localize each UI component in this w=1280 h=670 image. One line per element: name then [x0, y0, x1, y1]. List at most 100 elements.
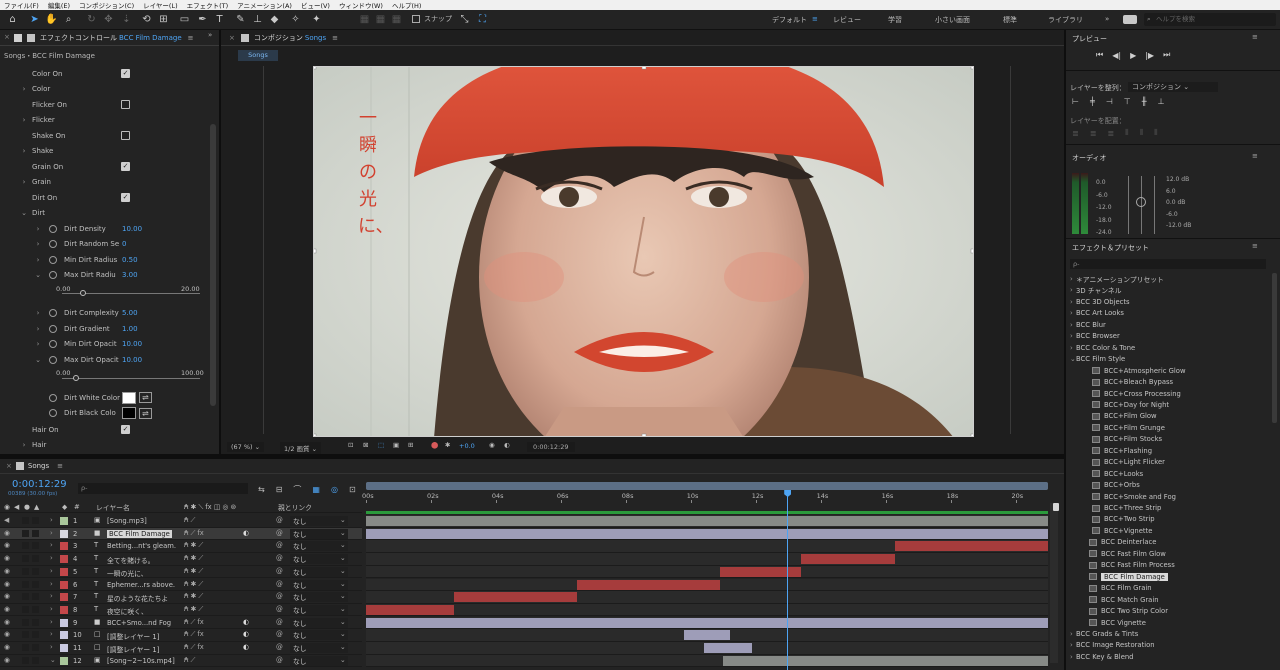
- menu-item-5[interactable]: アニメーション(A): [237, 0, 292, 10]
- property-checkbox[interactable]: ✓: [121, 193, 130, 202]
- eye-icon[interactable]: ◉: [4, 592, 10, 600]
- layer-name[interactable]: [調整レイヤー 1]: [107, 644, 159, 654]
- disclosure-triangle-icon[interactable]: ›: [1070, 298, 1073, 306]
- property-checkbox[interactable]: ✓: [121, 425, 130, 434]
- solo-box[interactable]: [22, 631, 29, 639]
- brush-tool-icon[interactable]: ✎: [234, 13, 247, 26]
- layer-label-color[interactable]: [60, 618, 68, 627]
- transparency-grid-icon[interactable]: ⊠: [363, 441, 368, 449]
- effect-item[interactable]: BCC+Looks: [1066, 468, 1266, 479]
- expand-layer-icon[interactable]: ›: [50, 516, 53, 524]
- layer-duration-bar[interactable]: [366, 528, 1048, 539]
- workspace-libraries[interactable]: ライブラリ: [1048, 15, 1083, 25]
- menu-item-2[interactable]: コンポジション(C): [79, 0, 134, 10]
- timeline-scroll-area[interactable]: [1050, 503, 1058, 663]
- parent-select[interactable]: なし ⌄: [290, 655, 348, 666]
- adjustment-switch-icon[interactable]: ◐: [243, 529, 249, 537]
- disclosure-triangle-icon[interactable]: ⌄: [33, 271, 43, 279]
- pick-whip-icon[interactable]: @: [276, 580, 283, 588]
- disclosure-triangle-icon[interactable]: ›: [1070, 344, 1073, 352]
- stopwatch-icon[interactable]: [49, 240, 57, 248]
- parent-select[interactable]: なし ⌄: [290, 554, 348, 565]
- layer-label-color[interactable]: [60, 517, 68, 525]
- close-icon[interactable]: ×: [4, 33, 10, 41]
- disclosure-triangle-icon[interactable]: ›: [33, 256, 43, 264]
- effect-item[interactable]: BCC+Film Glow: [1066, 411, 1266, 422]
- layer-duration-bar[interactable]: [723, 655, 1048, 666]
- comp-mini-flowchart-icon[interactable]: ⇆: [258, 485, 265, 494]
- effect-item[interactable]: BCC Vignette: [1066, 617, 1266, 628]
- disclosure-triangle-icon[interactable]: ⌄: [1070, 355, 1076, 363]
- eye-icon[interactable]: ◉: [4, 580, 10, 588]
- expand-layer-icon[interactable]: ›: [50, 529, 53, 537]
- parent-select[interactable]: なし ⌄: [290, 566, 348, 577]
- disclosure-triangle-icon[interactable]: ›: [33, 309, 43, 317]
- disclosure-triangle-icon[interactable]: ›: [1070, 332, 1073, 340]
- solo-box[interactable]: [22, 618, 29, 626]
- property-group-hair[interactable]: › Hair: [0, 438, 215, 453]
- parent-select[interactable]: なし ⌄: [290, 541, 348, 552]
- align-left-icon[interactable]: ⊢: [1072, 97, 1079, 106]
- frame-blending-icon[interactable]: ▦: [312, 485, 320, 494]
- align-bottom-icon[interactable]: ⊥: [1158, 97, 1165, 106]
- layer-duration-bar[interactable]: [895, 541, 1048, 552]
- disclosure-triangle-icon[interactable]: ›: [33, 340, 43, 348]
- color-management-icon[interactable]: ✱: [445, 441, 450, 449]
- eye-icon[interactable]: ◉: [4, 567, 10, 575]
- effect-controls-scrollbar[interactable]: [210, 124, 216, 406]
- effect-item[interactable]: BCC+Vignette: [1066, 525, 1266, 536]
- property-group-shake[interactable]: › Shake: [0, 144, 215, 159]
- puppet-tool-icon[interactable]: ✦: [310, 13, 323, 26]
- eye-icon[interactable]: ◉: [4, 541, 10, 549]
- property-value[interactable]: 0: [122, 240, 126, 248]
- disclosure-triangle-icon[interactable]: ⌄: [19, 209, 29, 217]
- layer-label-color[interactable]: [60, 593, 68, 602]
- clone-stamp-tool-icon[interactable]: ⊥: [251, 13, 264, 26]
- effect-item[interactable]: BCC+Atmospheric Glow: [1066, 365, 1266, 376]
- disclosure-triangle-icon[interactable]: ›: [1070, 630, 1073, 638]
- pick-whip-icon[interactable]: @: [276, 567, 283, 575]
- roto-brush-tool-icon[interactable]: ✧: [289, 13, 302, 26]
- lock-box[interactable]: [32, 656, 39, 664]
- menu-item-1[interactable]: 編集(E): [48, 0, 70, 10]
- timeline-tab[interactable]: × Songs ≡: [6, 462, 63, 470]
- lock-box[interactable]: [32, 517, 39, 524]
- eyedropper-icon[interactable]: ⇌: [139, 407, 152, 419]
- solo-box[interactable]: [22, 593, 29, 601]
- menu-item-4[interactable]: エフェクト(T): [187, 0, 229, 10]
- disclosure-triangle-icon[interactable]: ›: [1070, 641, 1073, 649]
- layer-row[interactable]: ◉ › 2 ■ BCC Film Damage ₳ ⟋ fx ◐ @ なし ⌄: [0, 527, 362, 541]
- eye-icon[interactable]: ◉: [4, 529, 10, 537]
- property-checkbox[interactable]: ✓: [121, 162, 130, 171]
- solo-box[interactable]: [22, 517, 29, 524]
- audio-level-knob[interactable]: [1136, 197, 1146, 207]
- magnification-select[interactable]: (67 %) ⌄: [227, 442, 265, 452]
- distribute-vcenter-icon[interactable]: ≣: [1090, 129, 1097, 138]
- layer-switches[interactable]: ₳ ⟋: [184, 516, 195, 525]
- adjustment-switch-icon[interactable]: ◐: [243, 618, 249, 626]
- layer-duration-bar[interactable]: [719, 566, 802, 577]
- move-tool-icon[interactable]: ✥: [102, 13, 115, 26]
- disclosure-triangle-icon[interactable]: ›: [33, 325, 43, 333]
- property-value[interactable]: 1.00: [122, 325, 138, 333]
- timeline-menu-icon[interactable]: ≡: [57, 462, 63, 470]
- layer-name[interactable]: 一瞬の光に、: [107, 568, 148, 578]
- layer-switches[interactable]: ₳ ✱ ⟋: [184, 605, 203, 614]
- parent-select[interactable]: なし ⌄: [290, 592, 348, 603]
- menu-item-0[interactable]: ファイル(F): [4, 0, 39, 10]
- expand-layer-icon[interactable]: ›: [50, 541, 53, 549]
- view-axis-icon[interactable]: ▦: [390, 13, 403, 26]
- layer-name[interactable]: Ephemer...rs above.: [107, 581, 175, 589]
- layer-label-color[interactable]: [60, 542, 68, 551]
- distribute-bottom-icon[interactable]: ≣: [1107, 129, 1114, 138]
- layer-duration-bar[interactable]: [703, 643, 753, 653]
- layer-label-color[interactable]: [60, 644, 68, 652]
- lock-box[interactable]: [32, 631, 39, 639]
- timeline-search-input[interactable]: ρ-: [78, 483, 248, 494]
- home-icon[interactable]: ⌂: [6, 13, 19, 26]
- eye-icon[interactable]: ◉: [4, 643, 10, 651]
- layer-duration-bar[interactable]: [684, 630, 730, 641]
- dolly-tool-icon[interactable]: ⇣: [120, 13, 133, 26]
- stopwatch-icon[interactable]: [49, 393, 57, 402]
- panel-menu-icon[interactable]: ≡: [188, 34, 194, 42]
